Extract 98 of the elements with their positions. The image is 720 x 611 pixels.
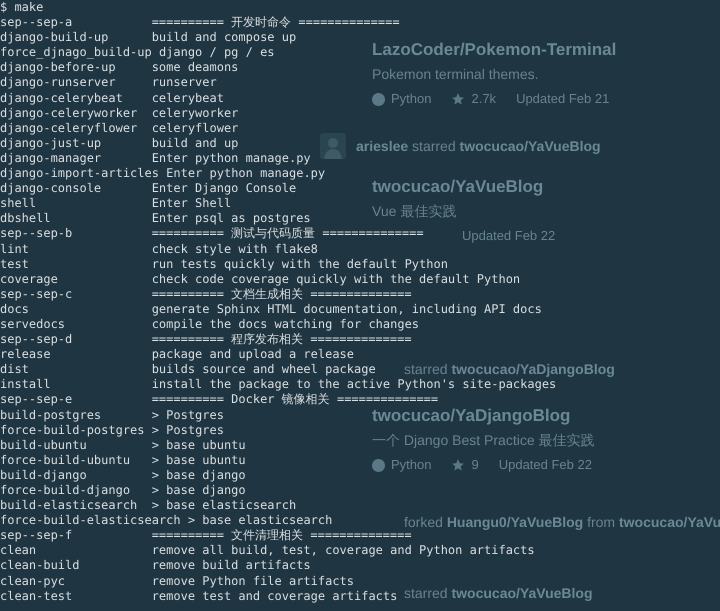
- repo-title[interactable]: twocucao/YaVueBlog: [372, 175, 544, 199]
- make-target: dist: [0, 362, 30, 378]
- activity-text: arieslee starred twocucao/YaVueBlog: [356, 138, 601, 154]
- target-description: ========== 文档生成相关 ==============: [152, 286, 412, 302]
- activity-text: forked Huangu0/YaVueBlog from twocucao/YaVu: [404, 514, 720, 530]
- make-target: release: [0, 347, 52, 362]
- target-description: > base elasticsearch: [188, 513, 332, 528]
- make-target: sep--sep-a: [0, 15, 74, 30]
- target-description: celeryflower: [152, 120, 238, 136]
- make-target: sep--sep-c: [0, 286, 74, 302]
- star-icon: [451, 458, 466, 472]
- make-target: clean-pyc: [0, 574, 66, 589]
- make-target: django-just-up: [0, 136, 102, 151]
- make-target: sep--sep-d: [0, 332, 74, 348]
- make-target: sep--sep-b: [0, 226, 74, 242]
- updated-date: Updated Feb 22: [462, 227, 556, 245]
- star-count: 2.7k: [471, 90, 496, 108]
- star-count: 9: [471, 456, 479, 474]
- target-description: compile the docs watching for changes: [152, 316, 420, 332]
- make-target: build-postgres: [0, 408, 102, 423]
- make-target: servedocs: [0, 316, 66, 332]
- target-description: remove all build, test, coverage and Python artifacts: [152, 543, 535, 558]
- make-target: clean: [0, 543, 38, 558]
- make-target: force-build-postgres: [0, 422, 144, 438]
- make-target: force_djnago_build-up: [0, 45, 152, 60]
- make-target: django-before-up: [0, 60, 117, 76]
- shell-prompt: $ make: [0, 0, 44, 16]
- make-target: shell: [0, 196, 38, 212]
- activity-text: starred twocucao/YaVueBlog: [404, 585, 593, 601]
- target-description: builds source and wheel package: [152, 362, 376, 378]
- target-description: remove test and coverage artifacts: [152, 588, 398, 604]
- repo-description: Vue 最佳实践: [372, 202, 456, 221]
- updated-date: Updated Feb 21: [516, 90, 610, 108]
- target-description: remove Python file artifacts: [152, 574, 354, 589]
- make-target: build-ubuntu: [0, 438, 88, 453]
- target-description: django / pg / es: [158, 45, 275, 60]
- make-target: django-celeryworker: [0, 106, 138, 121]
- make-target: django-celerybeat: [0, 90, 124, 106]
- target-description: check code coverage quickly with the default Python: [152, 272, 520, 287]
- make-target: test: [0, 256, 30, 272]
- make-target: docs: [0, 302, 30, 317]
- repo-description: Pokemon terminal themes.: [372, 65, 539, 84]
- target-description: Enter Django Console: [152, 181, 296, 196]
- make-target: dbshell: [0, 211, 52, 226]
- make-target: sep--sep-f: [0, 528, 74, 544]
- target-description: build and up: [152, 136, 238, 151]
- target-description: package and upload a release: [152, 347, 354, 362]
- make-target: sep--sep-e: [0, 392, 74, 408]
- make-target: install: [0, 377, 52, 392]
- target-description: > Postgres: [152, 422, 224, 438]
- make-target: django-console: [0, 181, 102, 196]
- target-description: Enter python manage.py: [152, 150, 311, 166]
- make-target: force-build-ubuntu: [0, 452, 132, 468]
- make-target: django-manager: [0, 150, 102, 166]
- target-description: some deamons: [152, 60, 238, 76]
- target-description: build and compose up: [152, 30, 296, 46]
- make-target: django-import-articles: [0, 166, 159, 182]
- make-target: force-build-django: [0, 483, 132, 498]
- target-description: > base elasticsearch: [152, 498, 296, 514]
- target-description: Enter python manage.py: [166, 166, 326, 182]
- make-target: build-django: [0, 468, 88, 483]
- target-description: ========== 文件清理相关 ==============: [152, 528, 412, 544]
- target-description: celeryworker: [152, 106, 238, 121]
- make-target: coverage: [0, 272, 59, 287]
- target-description: Enter psql as postgres: [152, 211, 311, 226]
- make-target: django-build-up: [0, 30, 110, 46]
- make-target: clean-test: [0, 588, 74, 604]
- repo-title[interactable]: LazoCoder/Pokemon-Terminal: [372, 38, 616, 62]
- target-description: run tests quickly with the default Python: [152, 256, 448, 272]
- target-description: > base ubuntu: [152, 438, 246, 453]
- target-description: remove build artifacts: [152, 558, 311, 574]
- target-description: > base ubuntu: [152, 452, 246, 468]
- activity-text: starred twocucao/YaDjangoBlog: [404, 361, 615, 377]
- target-description: Enter Shell: [152, 196, 232, 212]
- make-target: django-celeryflower: [0, 120, 138, 136]
- target-description: celerybeat: [152, 90, 224, 106]
- repo-language: Python: [391, 90, 432, 108]
- updated-date: Updated Feb 22: [498, 456, 592, 474]
- target-description: ========== 测试与代码质量 ==============: [152, 226, 424, 242]
- star-icon: [451, 92, 466, 106]
- make-target: force-build-elasticsearch: [0, 513, 181, 528]
- target-description: runserver: [152, 75, 217, 91]
- target-description: > Postgres: [152, 408, 224, 423]
- make-target: django-runserver: [0, 75, 117, 91]
- repo-description: 一个 Django Best Practice 最佳实践: [372, 431, 595, 450]
- repo-language: Python: [391, 456, 432, 474]
- target-description: ========== 程序发布相关 ==============: [152, 332, 412, 348]
- target-description: install the package to the active Python's site-packages: [152, 377, 556, 392]
- language-dot: [372, 92, 385, 106]
- target-description: generate Sphinx HTML documentation, including API docs: [152, 302, 542, 317]
- language-dot: [372, 458, 385, 472]
- make-target: clean-build: [0, 558, 80, 574]
- make-target: build-elasticsearch: [0, 498, 138, 514]
- target-description: > base django: [152, 468, 246, 483]
- make-target: lint: [0, 242, 30, 257]
- target-description: > base django: [152, 483, 246, 498]
- target-description: ========== 开发时命令 ==============: [152, 15, 400, 30]
- target-description: check style with flake8: [152, 242, 318, 257]
